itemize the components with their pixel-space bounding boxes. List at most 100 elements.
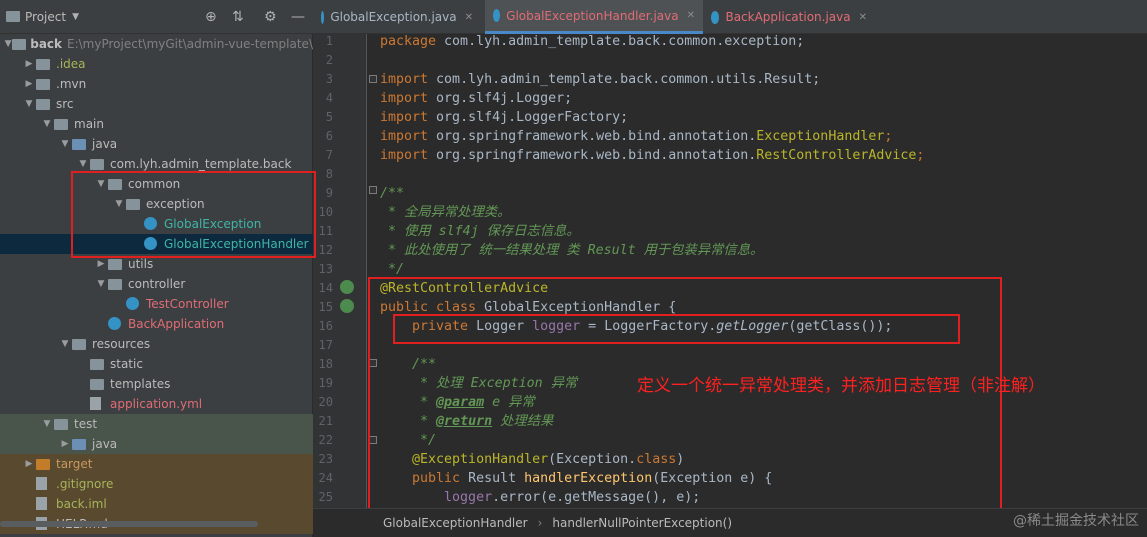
line-number: 18 [318, 357, 333, 371]
collapse-all-icon[interactable]: ⇅ [232, 9, 244, 25]
chevron-right-icon[interactable]: ▶ [94, 259, 108, 269]
tree-item-label: resources [92, 337, 151, 351]
tree-item-label: application.yml [110, 397, 203, 411]
folder-icon [72, 337, 88, 351]
chevron-down-icon[interactable]: ▼ [22, 99, 36, 109]
fold-marker-icon[interactable] [369, 186, 377, 194]
line-number: 10 [318, 205, 333, 219]
tab-back-application[interactable]: BackApplication.java ✕ [703, 0, 875, 34]
gear-icon[interactable]: ⚙ [264, 9, 277, 25]
project-folder-icon [6, 11, 20, 22]
horizontal-scrollbar[interactable] [0, 521, 258, 527]
line-number: 6 [325, 129, 333, 143]
file-icon [36, 497, 52, 511]
tree-item-label: templates [110, 377, 171, 391]
tab-global-exception-handler[interactable]: GlobalExceptionHandler.java ✕ [485, 0, 703, 34]
tree-item-label: main [74, 117, 104, 131]
package-icon [90, 157, 106, 171]
tree-item[interactable]: static [0, 354, 313, 374]
chevron-down-icon[interactable]: ▼ [72, 12, 79, 22]
spring-bean-icon[interactable] [340, 280, 354, 294]
line-number: 20 [318, 395, 333, 409]
line-number: 13 [318, 262, 333, 276]
line-number: 17 [318, 338, 333, 352]
tree-item[interactable]: ▶ java [0, 434, 313, 454]
folder-icon [72, 137, 88, 151]
tree-item[interactable]: templates [0, 374, 313, 394]
line-number: 22 [318, 433, 333, 447]
code-line-3: import com.lyh.admin_template.back.commo… [380, 72, 821, 87]
tree-item[interactable]: ▼ back E:\myProject\myGit\admin-vue-templa… [0, 34, 313, 54]
class-icon [108, 317, 124, 331]
chevron-right-icon[interactable]: ▶ [22, 79, 36, 89]
tree-item-label: TestController [146, 297, 229, 311]
line-number: 5 [325, 110, 333, 124]
close-icon[interactable]: ✕ [687, 10, 695, 21]
tree-item[interactable]: ▼ resources [0, 334, 313, 354]
tree-item-label: utils [128, 257, 154, 271]
tab-label: BackApplication.java [725, 10, 851, 24]
close-icon[interactable]: ✕ [465, 12, 473, 23]
tree-item[interactable]: ▼ main [0, 114, 313, 134]
line-number: 25 [318, 490, 333, 504]
fold-marker-icon[interactable] [369, 75, 377, 83]
tree-item[interactable]: ▼ test [0, 414, 313, 434]
package-icon [108, 257, 124, 271]
chevron-down-icon[interactable]: ▼ [40, 119, 54, 129]
locate-icon[interactable]: ⊕ [205, 9, 217, 25]
folder-icon [72, 437, 88, 451]
code-line-5: import org.slf4j.LoggerFactory; [380, 110, 629, 125]
chevron-down-icon[interactable]: ▼ [4, 39, 12, 49]
code-line-11: * 使用 slf4j 保存日志信息。 [380, 224, 580, 239]
tree-item-label: static [110, 357, 143, 371]
tree-item[interactable]: ▶ .idea [0, 54, 313, 74]
tree-item-label: test [74, 417, 98, 431]
watermark: @稀土掘金技术社区 [1013, 513, 1139, 529]
chevron-right-icon[interactable]: ▶ [22, 459, 36, 469]
spring-bean-icon[interactable] [340, 299, 354, 313]
folder-icon [54, 117, 70, 131]
minimize-icon[interactable]: — [291, 9, 305, 25]
class-icon [711, 10, 720, 24]
breadcrumb-separator: › [537, 516, 543, 530]
breadcrumb-class[interactable]: GlobalExceptionHandler [383, 516, 528, 530]
chevron-down-icon[interactable]: ▼ [58, 339, 72, 349]
close-icon[interactable]: ✕ [859, 12, 867, 23]
tree-item[interactable]: application.yml [0, 394, 313, 414]
tree-item-label: java [92, 437, 118, 451]
line-number: 7 [325, 148, 333, 162]
tree-item-label: .idea [56, 57, 86, 71]
tree-item[interactable]: TestController [0, 294, 313, 314]
tree-item[interactable]: ▼ java [0, 134, 313, 154]
chevron-down-icon[interactable]: ▼ [40, 419, 54, 429]
tab-label: GlobalExceptionHandler.java [506, 8, 679, 23]
tree-item-label: .mvn [56, 77, 87, 91]
tree-item[interactable]: BackApplication [0, 314, 313, 334]
package-icon [108, 277, 124, 291]
tree-item[interactable]: ▶ .mvn [0, 74, 313, 94]
folder-icon [36, 457, 52, 471]
chevron-down-icon[interactable]: ▼ [76, 159, 90, 169]
annotation-note: 定义一个统一异常处理类，并添加日志管理（非注解） [637, 376, 1045, 396]
folder-icon [54, 417, 70, 431]
highlight-box-tree [71, 171, 316, 258]
tree-item[interactable]: ▼ src [0, 94, 313, 114]
tree-item[interactable]: .gitignore [0, 474, 313, 494]
project-panel-header: Project ▼ ⊕ ⇅ ⚙ — [0, 0, 313, 34]
line-number: 19 [318, 376, 333, 390]
chevron-right-icon[interactable]: ▶ [58, 439, 72, 449]
line-number: 11 [318, 224, 333, 238]
project-panel-title[interactable]: Project [25, 10, 66, 24]
tree-item[interactable]: ▼ controller [0, 274, 313, 294]
tree-item[interactable]: ▶ target [0, 454, 313, 474]
chevron-right-icon[interactable]: ▶ [22, 59, 36, 69]
tab-global-exception[interactable]: GlobalException.java ✕ [313, 0, 481, 34]
code-line-12: * 此处使用了 统一结果处理 类 Result 用于包装异常信息。 [380, 243, 764, 258]
tree-item[interactable]: back.iml [0, 494, 313, 514]
chevron-down-icon[interactable]: ▼ [58, 139, 72, 149]
chevron-down-icon[interactable]: ▼ [94, 279, 108, 289]
line-number: 9 [325, 186, 333, 200]
tree-item-label: controller [128, 277, 186, 291]
tree-item-label: java [92, 137, 118, 151]
breadcrumb-method[interactable]: handlerNullPointerException() [552, 516, 732, 530]
